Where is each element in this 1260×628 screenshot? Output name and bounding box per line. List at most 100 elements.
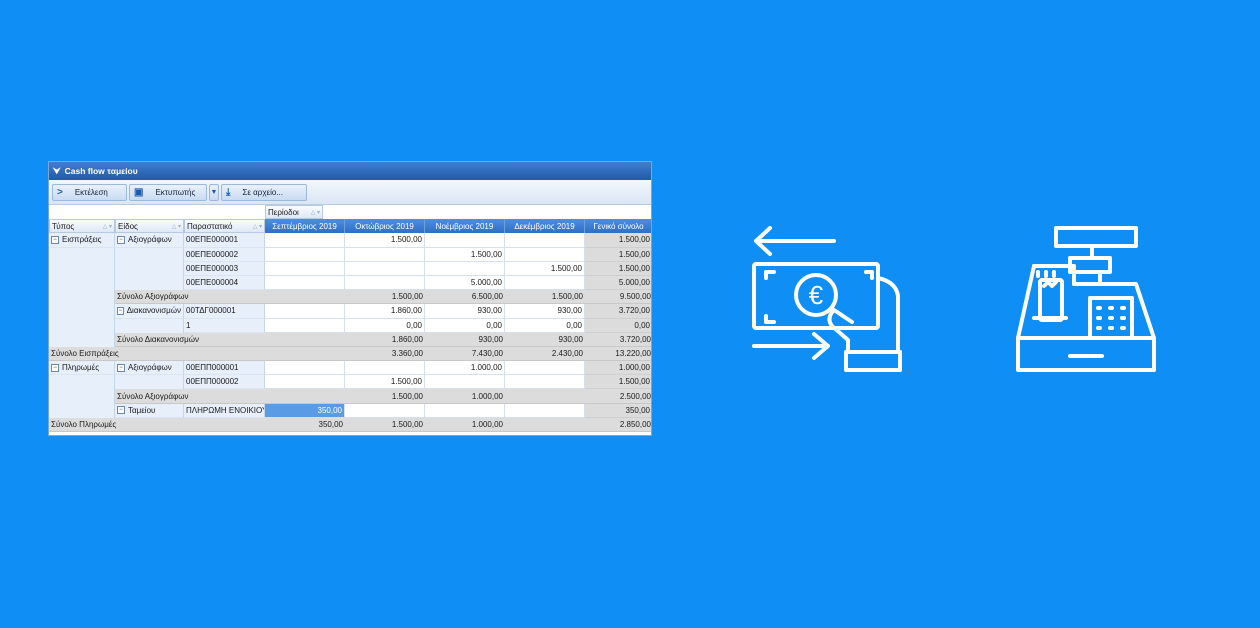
table-cell[interactable]: 350,00 — [585, 403, 651, 418]
table-cell[interactable] — [505, 403, 585, 418]
table-cell[interactable]: 1.500,00 — [345, 290, 425, 305]
row-doc-cell[interactable]: 00ΕΠΠ000002 — [184, 375, 265, 390]
table-cell[interactable] — [265, 375, 345, 390]
table-cell[interactable] — [265, 261, 345, 276]
table-cell[interactable] — [265, 290, 345, 305]
table-cell[interactable]: 1.500,00 — [585, 233, 651, 248]
table-cell[interactable] — [425, 375, 505, 390]
table-cell[interactable] — [345, 247, 425, 262]
print-button[interactable]: ▣ Εκτυπωτής — [129, 183, 207, 201]
table-cell[interactable]: 0,00 — [345, 318, 425, 333]
table-cell[interactable]: 350,00 — [265, 403, 345, 418]
collapse-chevron-icon[interactable]: ⮟ — [53, 166, 61, 177]
table-cell[interactable] — [425, 261, 505, 276]
row-doc-cell[interactable]: 1 — [184, 318, 265, 333]
table-cell[interactable] — [265, 275, 345, 291]
table-cell[interactable]: 2.430,00 — [505, 346, 585, 362]
table-cell[interactable]: 1.000,00 — [585, 361, 651, 376]
table-cell[interactable] — [265, 247, 345, 262]
table-cell[interactable] — [425, 233, 505, 248]
table-cell[interactable]: 350,00 — [265, 417, 345, 432]
table-cell[interactable] — [265, 346, 345, 362]
row-doc-cell[interactable]: 00ΕΠΕ000004 — [184, 275, 265, 291]
table-cell[interactable]: 1.500,00 — [345, 389, 425, 404]
row-doc-cell[interactable]: 00ΕΠΕ000002 — [184, 247, 265, 262]
row-doc-cell[interactable]: 00ΤΔΓ000001 — [184, 304, 265, 319]
table-cell[interactable]: 1.500,00 — [505, 261, 585, 276]
row-type-cell[interactable]: − Εισπράξεις — [49, 233, 115, 248]
table-cell[interactable] — [505, 389, 585, 404]
table-cell[interactable]: 13.220,00 — [585, 346, 651, 362]
column-header[interactable]: Γενικό σύνολο — [585, 219, 651, 234]
table-cell[interactable]: 1.500,00 — [585, 375, 651, 390]
row-kind-cell[interactable]: − Αξιογράφων — [115, 233, 184, 248]
table-cell[interactable]: 3.720,00 — [585, 304, 651, 319]
print-dropdown[interactable]: ▼ — [209, 183, 219, 201]
table-cell[interactable]: 3.360,00 — [345, 346, 425, 362]
collapse-toggle-icon[interactable]: − — [117, 235, 125, 244]
table-cell[interactable]: 9.500,00 — [585, 290, 651, 305]
collapse-toggle-icon[interactable]: − — [117, 363, 125, 372]
table-cell[interactable] — [265, 233, 345, 248]
table-cell[interactable] — [345, 261, 425, 276]
export-button[interactable]: ⤓ Σε αρχείο... — [221, 183, 307, 201]
field-header-kind[interactable]: Είδος △ ▾ — [115, 219, 184, 234]
period-field-header[interactable]: Περίοδοι △ ▾ — [265, 205, 323, 220]
row-kind-cell[interactable]: − Αξιογράφων — [115, 361, 184, 376]
table-cell[interactable] — [505, 375, 585, 390]
table-cell[interactable]: 0,00 — [505, 318, 585, 333]
table-cell[interactable]: 1.000,00 — [425, 417, 505, 432]
table-cell[interactable] — [505, 417, 585, 432]
table-cell[interactable]: 7.430,00 — [425, 346, 505, 362]
column-header[interactable]: Σεπτέμβριος 2019 — [265, 219, 345, 234]
run-button[interactable]: > Εκτέλεση — [52, 183, 127, 201]
table-cell[interactable]: 1.500,00 — [425, 247, 505, 262]
table-cell[interactable]: 930,00 — [425, 304, 505, 319]
collapse-toggle-icon[interactable]: − — [117, 306, 124, 315]
table-cell[interactable]: 1.500,00 — [345, 417, 425, 432]
table-cell[interactable]: 0,00 — [585, 318, 651, 333]
column-header[interactable]: Δεκέμβριος 2019 — [505, 219, 585, 234]
table-cell[interactable]: 1.000,00 — [425, 361, 505, 376]
column-header[interactable]: Νοέμβριος 2019 — [425, 219, 505, 234]
row-type-cell[interactable]: − Πληρωμές — [49, 361, 115, 376]
table-cell[interactable]: 1.500,00 — [345, 375, 425, 390]
collapse-toggle-icon[interactable]: − — [51, 235, 59, 244]
table-cell[interactable] — [265, 332, 345, 347]
table-cell[interactable] — [265, 318, 345, 333]
table-cell[interactable]: 3.720,00 — [585, 332, 651, 347]
table-cell[interactable] — [345, 403, 425, 418]
table-cell[interactable]: 0,00 — [425, 318, 505, 333]
table-cell[interactable] — [345, 275, 425, 291]
table-cell[interactable]: 2.500,00 — [585, 389, 651, 404]
table-cell[interactable]: 1.860,00 — [345, 304, 425, 319]
table-cell[interactable]: 1.000,00 — [425, 389, 505, 404]
table-cell[interactable]: 6.500,00 — [425, 290, 505, 305]
table-cell[interactable] — [505, 275, 585, 291]
table-cell[interactable] — [505, 361, 585, 376]
row-doc-cell[interactable]: ΠΛΗΡΩΜΗ ΕΝΟΙΚΙΟΥ — [184, 403, 265, 418]
row-doc-cell[interactable]: 00ΕΠΕ000003 — [184, 261, 265, 276]
table-cell[interactable] — [265, 389, 345, 404]
window-titlebar[interactable]: ⮟ Cash flow ταμείου — [49, 162, 651, 180]
table-cell[interactable]: 1.860,00 — [345, 332, 425, 347]
table-cell[interactable]: 5.000,00 — [425, 275, 505, 291]
table-cell[interactable]: 2.850,00 — [585, 417, 651, 432]
table-cell[interactable]: 5.000,00 — [585, 275, 651, 291]
table-cell[interactable]: 930,00 — [505, 304, 585, 319]
table-cell[interactable]: 1.500,00 — [585, 247, 651, 262]
table-cell[interactable]: 1.500,00 — [505, 290, 585, 305]
table-cell[interactable] — [505, 233, 585, 248]
row-doc-cell[interactable]: 00ΕΠΕ000001 — [184, 233, 265, 248]
table-cell[interactable]: 1.500,00 — [345, 233, 425, 248]
table-cell[interactable]: 930,00 — [505, 332, 585, 347]
collapse-toggle-icon[interactable]: − — [51, 363, 59, 372]
table-cell[interactable] — [265, 361, 345, 376]
collapse-toggle-icon[interactable]: − — [117, 406, 125, 415]
table-cell[interactable]: 930,00 — [425, 332, 505, 347]
row-doc-cell[interactable]: 00ΕΠΠ000001 — [184, 361, 265, 376]
table-cell[interactable] — [265, 304, 345, 319]
row-kind-cell[interactable]: − Διακανονισμών — [115, 304, 184, 319]
table-cell[interactable] — [345, 361, 425, 376]
column-header[interactable]: Οκτώβριος 2019 — [345, 219, 425, 234]
